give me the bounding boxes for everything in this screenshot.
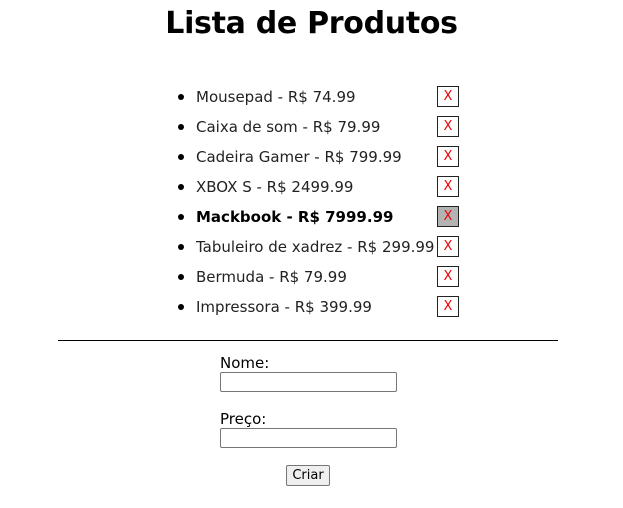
bullet-icon [178,184,184,190]
product-text: Mackbook - R$ 7999.99 [196,208,394,226]
page-title: Lista de Produtos [165,6,458,41]
delete-button[interactable]: X [437,266,459,287]
name-input[interactable] [220,372,397,392]
delete-button[interactable]: X [437,206,459,227]
bullet-icon [178,274,184,280]
delete-button[interactable]: X [437,146,459,167]
bullet-icon [178,154,184,160]
product-item: Tabuleiro de xadrez - R$ 299.99 X [176,235,466,265]
product-item: Mackbook - R$ 7999.99 X [176,205,466,235]
product-item: Mousepad - R$ 74.99 X [176,85,466,115]
delete-button[interactable]: X [437,296,459,317]
price-label: Preço: [220,410,267,428]
product-item: Caixa de som - R$ 79.99 X [176,115,466,145]
product-item: Impressora - R$ 399.99 X [176,295,466,325]
product-text: XBOX S - R$ 2499.99 [196,178,354,196]
product-form: Nome: Preço: [220,354,420,448]
delete-button[interactable]: X [437,236,459,257]
bullet-icon [178,124,184,130]
product-text: Tabuleiro de xadrez - R$ 299.99 [196,238,435,256]
bullet-icon [178,304,184,310]
product-item: XBOX S - R$ 2499.99 X [176,175,466,205]
create-button[interactable]: Criar [286,465,330,486]
name-label: Nome: [220,354,270,372]
product-list: Mousepad - R$ 74.99 X Caixa de som - R$ … [176,85,466,325]
bullet-icon [178,214,184,220]
divider [58,340,558,341]
delete-button[interactable]: X [437,116,459,137]
product-text: Caixa de som - R$ 79.99 [196,118,381,136]
bullet-icon [178,244,184,250]
product-text: Cadeira Gamer - R$ 799.99 [196,148,402,166]
price-input[interactable] [220,428,397,448]
delete-button[interactable]: X [437,176,459,197]
product-text: Bermuda - R$ 79.99 [196,268,347,286]
product-text: Mousepad - R$ 74.99 [196,88,356,106]
product-text: Impressora - R$ 399.99 [196,298,372,316]
product-item: Cadeira Gamer - R$ 799.99 X [176,145,466,175]
delete-button[interactable]: X [437,86,459,107]
product-item: Bermuda - R$ 79.99 X [176,265,466,295]
bullet-icon [178,94,184,100]
